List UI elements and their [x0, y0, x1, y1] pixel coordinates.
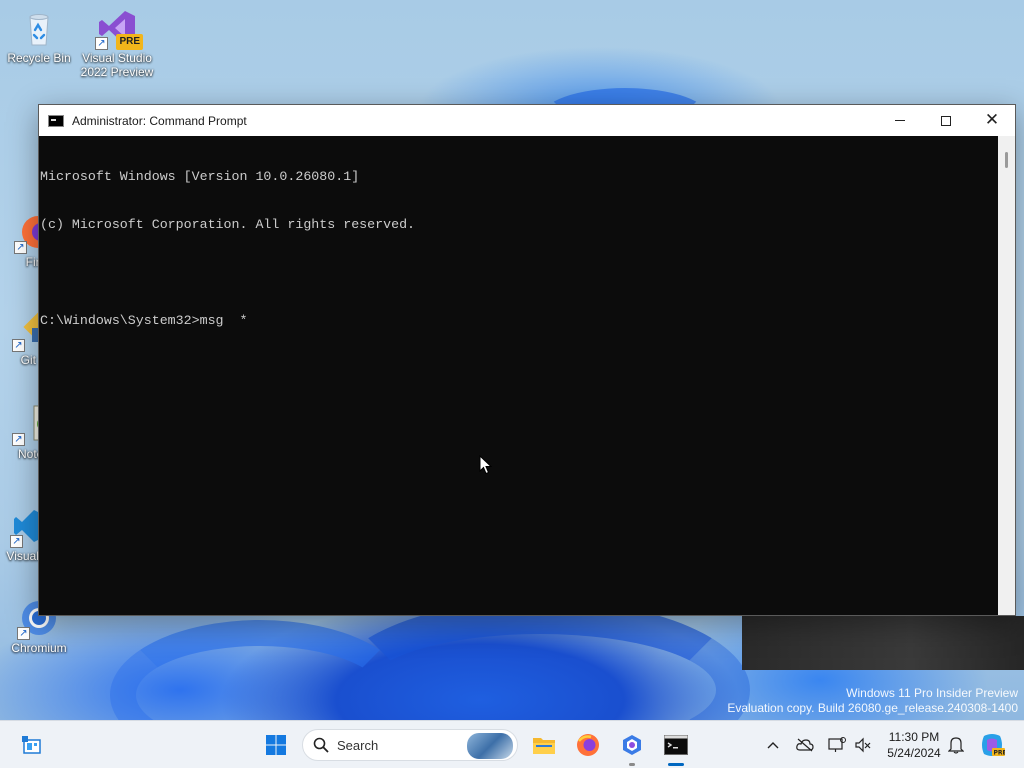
network-button[interactable]: [826, 734, 848, 756]
clock-time: 11:30 PM: [888, 730, 940, 744]
shortcut-arrow-icon: ↗: [95, 37, 108, 50]
notifications-button[interactable]: [942, 729, 970, 761]
taskbar-start-button[interactable]: [260, 729, 292, 761]
copilot-icon: [623, 735, 641, 755]
active-indicator: [668, 763, 684, 766]
cloud-offline-icon: [796, 738, 814, 752]
search-highlight-image: [467, 733, 513, 759]
shortcut-arrow-icon: ↗: [14, 241, 27, 254]
evaluation-watermark: Windows 11 Pro Insider Preview Evaluatio…: [727, 686, 1018, 716]
taskbar-clock[interactable]: 11:30 PM 5/24/2024: [878, 729, 950, 761]
scrollbar-thumb[interactable]: [1005, 152, 1008, 168]
firefox-icon: [577, 734, 599, 756]
onedrive-button[interactable]: [794, 734, 816, 756]
window-titlebar[interactable]: Administrator: Command Prompt ✕: [39, 105, 1015, 136]
preview-badge: PRE: [116, 34, 143, 50]
widgets-icon: [22, 736, 41, 754]
close-icon: ✕: [984, 110, 1000, 130]
watermark-line-1: Windows 11 Pro Insider Preview: [846, 686, 1018, 700]
taskbar-copilot[interactable]: [616, 729, 648, 766]
taskbar-widgets-button[interactable]: [16, 729, 48, 761]
system-tray: [762, 721, 874, 768]
chevron-up-icon: [767, 742, 779, 749]
maximize-button[interactable]: [923, 105, 969, 136]
command-prompt-icon: [48, 114, 64, 127]
clock-date: 5/24/2024: [887, 746, 941, 760]
console-scrollbar[interactable]: [998, 136, 1015, 615]
background-window-fragment: [742, 616, 1024, 670]
taskbar-file-explorer[interactable]: [528, 729, 560, 761]
visual-studio-icon: ↗ PRE: [95, 8, 143, 50]
svg-text:PRE: PRE: [994, 750, 1006, 757]
taskbar-search-box[interactable]: Search: [302, 729, 518, 761]
minimize-button[interactable]: [877, 105, 923, 136]
taskbar-command-prompt[interactable]: [660, 729, 692, 766]
minimize-icon: [895, 120, 905, 121]
desktop-icon-label: Visual Studio 2022 Preview: [80, 51, 154, 79]
copilot-preview-icon: PRE: [982, 734, 1006, 757]
shortcut-arrow-icon: ↗: [10, 535, 23, 548]
console-line: Microsoft Windows [Version 10.0.26080.1]: [40, 169, 360, 184]
bell-icon: [948, 737, 964, 754]
console-output[interactable]: Microsoft Windows [Version 10.0.26080.1]…: [39, 136, 1000, 615]
shortcut-arrow-icon: ↗: [12, 339, 25, 352]
network-icon: [828, 737, 846, 752]
search-label: Search: [337, 737, 379, 753]
recycle-bin-icon: [19, 8, 59, 48]
taskbar-firefox[interactable]: [572, 729, 604, 761]
console-line: (c) Microsoft Corporation. All rights re…: [40, 217, 416, 232]
command-prompt-icon: [664, 735, 688, 755]
caption-buttons: ✕: [877, 105, 1015, 136]
watermark-line-2: Evaluation copy. Build 26080.ge_release.…: [727, 701, 1018, 715]
mouse-cursor-icon: [479, 455, 493, 475]
windows-start-icon: [266, 735, 286, 755]
desktop-icon-label: Recycle Bin: [7, 51, 71, 65]
desktop-icon-label: Chromium: [11, 641, 67, 655]
window-title: Administrator: Command Prompt: [72, 113, 247, 128]
desktop-icon-visual-studio[interactable]: ↗ PRE Visual Studio 2022 Preview: [79, 8, 155, 79]
console-prompt-line: C:\Windows\System32>msg *: [40, 313, 248, 328]
volume-button[interactable]: [852, 734, 874, 756]
running-indicator: [629, 763, 635, 766]
desktop-icon-recycle-bin[interactable]: Recycle Bin: [1, 8, 77, 65]
close-button[interactable]: ✕: [969, 105, 1015, 136]
shortcut-arrow-icon: ↗: [12, 433, 25, 446]
shortcut-arrow-icon: ↗: [17, 627, 30, 640]
search-icon: [313, 737, 329, 753]
command-prompt-window[interactable]: Administrator: Command Prompt ✕ Microsof…: [38, 104, 1016, 616]
copilot-preview-button[interactable]: PRE: [976, 729, 1008, 761]
folder-icon: [533, 738, 555, 754]
show-hidden-icons-button[interactable]: [762, 734, 784, 756]
taskbar: Search 11:30 PM 5/24/2024 PRE: [0, 720, 1024, 768]
maximize-icon: [941, 115, 951, 126]
volume-muted-icon: [855, 737, 871, 753]
